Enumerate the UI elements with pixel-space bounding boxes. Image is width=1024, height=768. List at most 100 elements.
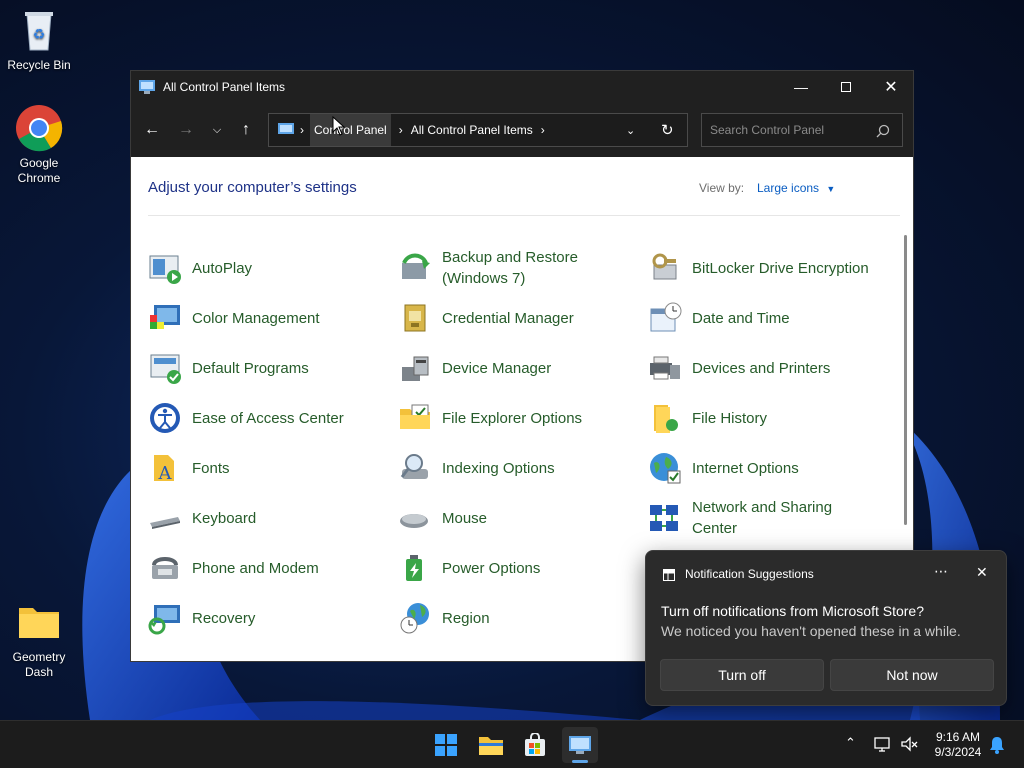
recent-locations-button[interactable]: ⌵ — [203, 116, 231, 144]
cp-item-label: Keyboard — [192, 509, 257, 527]
cp-item-recovery[interactable]: Recovery — [148, 598, 393, 638]
desktop-icon-label: Google Chrome — [17, 156, 61, 185]
cp-item-credential-manager[interactable]: Credential Manager — [398, 298, 643, 338]
cp-item-device-manager[interactable]: Device Manager — [398, 348, 643, 388]
back-button[interactable]: ← — [138, 116, 166, 144]
chevron-down-icon: ⌵ — [212, 123, 222, 136]
cp-item-indexing-options[interactable]: Indexing Options — [398, 448, 643, 488]
network-status-button[interactable] — [874, 735, 892, 758]
desktop-icon-geometry-dash[interactable]: Geometry Dash — [0, 598, 78, 680]
cp-item-power-options[interactable]: Power Options — [398, 548, 643, 588]
close-button[interactable]: ✕ — [868, 71, 913, 103]
cp-item-label: File History — [692, 409, 768, 427]
cp-item-default-programs[interactable]: Default Programs — [148, 348, 393, 388]
refresh-icon[interactable]: ↻ — [661, 121, 674, 139]
breadcrumb-control-panel[interactable]: Control Panel — [310, 114, 391, 146]
breadcrumb-separator-icon: › — [398, 123, 403, 137]
cp-item-color-management[interactable]: Color Management — [148, 298, 393, 338]
minimize-button[interactable]: — — [778, 71, 824, 103]
notification-toast[interactable]: Notification Suggestions ⋯ ✕ Turn off no… — [645, 550, 1007, 706]
cp-item-network-sharing[interactable]: Network and Sharing Center — [648, 498, 893, 538]
breadcrumb-separator-icon: › — [540, 123, 545, 137]
cp-item-fonts[interactable]: A Fonts — [148, 448, 393, 488]
cp-item-label: Network and Sharing Center — [692, 499, 833, 537]
control-panel-taskbar-button[interactable] — [562, 727, 598, 763]
cp-item-ease-of-access[interactable]: Ease of Access Center — [148, 398, 393, 438]
windows-logo-icon — [435, 734, 457, 756]
indexing-icon — [398, 451, 432, 485]
mouse-icon — [398, 501, 432, 535]
more-options-icon[interactable]: ⋯ — [934, 563, 948, 580]
recovery-icon — [148, 601, 182, 635]
cp-item-date-time[interactable]: Date and Time — [648, 298, 893, 338]
notification-center-button[interactable] — [989, 736, 1005, 759]
cp-item-bitlocker[interactable]: BitLocker Drive Encryption — [648, 248, 893, 288]
cp-item-region[interactable]: Region — [398, 598, 643, 638]
search-icon — [876, 124, 890, 138]
date-time-icon — [648, 301, 682, 335]
navigation-toolbar: ← → ⌵ ↑ › Control Panel › All Control Pa… — [131, 103, 913, 157]
control-panel-icon — [278, 123, 294, 134]
backup-icon — [398, 251, 432, 285]
cp-item-label: Indexing Options — [442, 459, 555, 477]
control-panel-icon — [569, 736, 591, 754]
cp-item-devices-printers[interactable]: Devices and Printers — [648, 348, 893, 388]
region-icon — [398, 601, 432, 635]
dropdown-arrow-icon: ▼ — [826, 184, 836, 194]
folder-icon — [15, 598, 63, 646]
not-now-button[interactable]: Not now — [830, 659, 994, 691]
cp-item-label: Phone and Modem — [192, 559, 319, 577]
cp-item-file-explorer-options[interactable]: File Explorer Options — [398, 398, 643, 438]
cp-item-backup-restore[interactable]: Backup and Restore (Windows 7) — [398, 248, 643, 288]
close-notification-icon[interactable]: ✕ — [976, 564, 988, 581]
cp-item-label: Recovery — [192, 609, 256, 627]
notification-app-name: Notification Suggestions — [685, 567, 814, 581]
cp-item-label: Backup and Restore (Windows 7) — [442, 249, 578, 287]
credential-icon — [398, 301, 432, 335]
svg-text:♻: ♻ — [33, 26, 46, 42]
arrow-up-icon: ↑ — [242, 121, 250, 138]
cp-item-label: Color Management — [192, 309, 320, 327]
arrow-left-icon: ← — [144, 121, 160, 138]
address-bar[interactable]: › Control Panel › All Control Panel Item… — [268, 113, 688, 147]
view-by-dropdown[interactable]: Large icons ▼ — [757, 181, 835, 195]
cp-item-file-history[interactable]: File History — [648, 398, 893, 438]
network-status-icon — [874, 737, 890, 752]
microsoft-store-taskbar-button[interactable] — [519, 729, 551, 761]
cp-item-label: Region — [442, 609, 490, 627]
breadcrumb-all-items[interactable]: All Control Panel Items — [411, 123, 533, 137]
default-programs-icon — [148, 351, 182, 385]
desktop-icon-google-chrome[interactable]: Google Chrome — [0, 104, 78, 186]
up-button[interactable]: ↑ — [232, 116, 260, 144]
folder-icon — [479, 737, 503, 755]
start-button[interactable] — [430, 729, 462, 761]
window-titlebar[interactable]: All Control Panel Items — ✕ — [131, 71, 913, 103]
volume-button[interactable] — [900, 735, 918, 758]
notification-body: We noticed you haven't opened these in a… — [661, 623, 961, 639]
cp-item-phone-modem[interactable]: Phone and Modem — [148, 548, 393, 588]
phone-icon — [148, 551, 182, 585]
search-input[interactable]: Search Control Panel — [701, 113, 903, 147]
recycle-bin-icon: ♻ — [15, 6, 63, 54]
desktop-icon-recycle-bin[interactable]: ♻ Recycle Bin — [0, 6, 78, 73]
show-hidden-icons-button[interactable]: ⌃ — [845, 735, 856, 751]
network-icon — [648, 501, 682, 535]
cp-item-label: Internet Options — [692, 459, 799, 477]
vertical-scrollbar[interactable] — [904, 235, 907, 525]
turn-off-button[interactable]: Turn off — [660, 659, 824, 691]
cp-item-label: Date and Time — [692, 309, 790, 327]
cp-item-label: Credential Manager — [442, 309, 574, 327]
cp-item-autoplay[interactable]: AutoPlay — [148, 248, 393, 288]
file-explorer-taskbar-button[interactable] — [475, 729, 507, 761]
address-dropdown-icon[interactable]: ⌄ — [626, 124, 635, 137]
maximize-button[interactable] — [823, 71, 869, 103]
forward-button[interactable]: → — [172, 116, 200, 144]
minimize-icon: — — [794, 79, 808, 95]
cp-item-internet-options[interactable]: Internet Options — [648, 448, 893, 488]
cp-item-label: BitLocker Drive Encryption — [692, 259, 869, 277]
taskbar-clock[interactable]: 9:16 AM 9/3/2024 — [928, 730, 988, 760]
cp-item-keyboard[interactable]: Keyboard — [148, 498, 393, 538]
view-by-label: View by: — [699, 181, 745, 195]
breadcrumb-separator-icon: › — [300, 123, 304, 137]
cp-item-mouse[interactable]: Mouse — [398, 498, 643, 538]
